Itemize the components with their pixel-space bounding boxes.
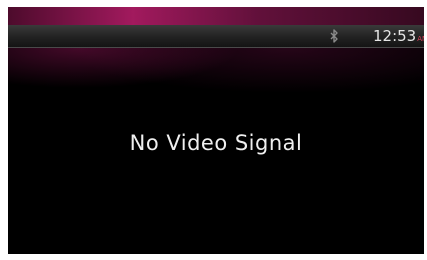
status-bar: 12:53AM <box>8 25 424 48</box>
bluetooth-icon <box>329 29 339 43</box>
display-screen: 12:53AM No Video Signal <box>8 7 424 254</box>
device-frame: 12:53AM No Video Signal <box>0 0 427 260</box>
top-accent-strip <box>8 7 424 25</box>
clock: 12:53AM <box>373 27 424 45</box>
header-glow <box>8 48 424 103</box>
no-signal-message: No Video Signal <box>129 131 303 155</box>
clock-ampm: AM <box>417 35 424 43</box>
clock-time: 12:53 <box>373 27 417 45</box>
